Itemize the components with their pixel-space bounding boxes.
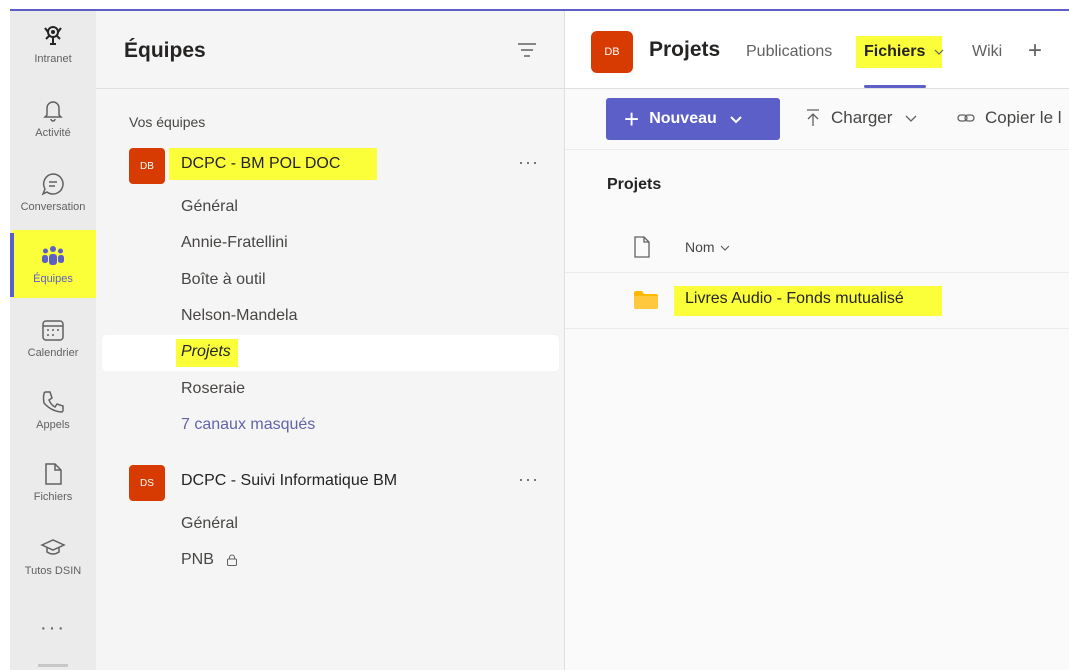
rail-bottom-item — [38, 664, 68, 667]
rail-label: Calendrier — [27, 347, 79, 359]
rail-item-intranet[interactable]: Intranet — [10, 23, 96, 83]
upload-icon — [807, 109, 819, 126]
file-row[interactable]: Livres Audio - Fonds mutualisé — [565, 273, 1069, 329]
team-row-dcpc-bm-pol-doc[interactable]: DB DCPC - BM POL DOC ··· — [96, 144, 565, 188]
app-rail: Intranet Activité Conversation Équipes C… — [10, 11, 96, 670]
channel-boite-a-outil[interactable]: Boîte à outil — [181, 271, 266, 289]
selected-channel-background — [102, 335, 559, 371]
team-name: DCPC - Suivi Informatique BM — [181, 472, 398, 489]
channel-roseraie[interactable]: Roseraie — [181, 380, 245, 398]
team-avatar: DS — [129, 465, 165, 501]
file-type-icon — [634, 236, 650, 258]
channel-pnb[interactable]: PNB — [181, 551, 238, 569]
rail-label: Tutos DSIN — [24, 565, 82, 577]
hidden-channels-link[interactable]: 7 canaux masqués — [181, 416, 315, 434]
file-icon — [45, 463, 62, 485]
rail-label: Activité — [35, 127, 71, 139]
add-tab-button[interactable]: + — [1028, 37, 1042, 65]
channel-general[interactable]: Général — [181, 198, 238, 216]
rail-label: Équipes — [33, 273, 73, 285]
bell-icon — [43, 101, 63, 122]
teams-header: Équipes — [96, 11, 565, 89]
rail-item-calendrier[interactable]: Calendrier — [10, 317, 96, 377]
chevron-down-icon — [721, 245, 730, 251]
team-name: DCPC - BM POL DOC — [181, 155, 341, 172]
tab-fichiers[interactable]: Fichiers — [864, 43, 944, 61]
new-button[interactable]: + Nouveau — [606, 98, 780, 140]
rail-label: Appels — [36, 419, 70, 431]
teams-icon — [42, 246, 64, 265]
breadcrumb: Projets — [607, 176, 662, 193]
team-more-button[interactable]: ··· — [518, 152, 539, 173]
upload-button[interactable]: Charger — [805, 108, 918, 128]
channel-header: DB Projets Publications Fichiers Wiki + — [565, 11, 1069, 89]
channel-title: Projets — [649, 38, 721, 61]
plus-icon: + — [624, 104, 640, 134]
tab-label: Fichiers — [864, 43, 926, 60]
rail-item-fichiers[interactable]: Fichiers — [10, 461, 96, 521]
team-row-dcpc-suivi-informatique[interactable]: DS DCPC - Suivi Informatique BM ··· — [96, 461, 565, 505]
main-content: DB Projets Publications Fichiers Wiki + … — [565, 11, 1069, 670]
chat-icon — [41, 173, 64, 196]
tab-wiki[interactable]: Wiki — [972, 43, 1002, 61]
channel-general-2[interactable]: Général — [181, 515, 238, 533]
teams-panel: Équipes Vos équipes DB DCPC - BM POL DOC… — [96, 11, 565, 670]
files-toolbar: + Nouveau Charger Copier le l — [565, 90, 1069, 150]
chevron-down-icon — [905, 115, 917, 122]
rail-item-conversation[interactable]: Conversation — [10, 171, 96, 231]
graduation-cap-icon — [40, 539, 66, 555]
intranet-icon — [44, 26, 62, 45]
more-apps-button[interactable]: ··· — [10, 617, 96, 640]
rail-item-tutos-dsin[interactable]: Tutos DSIN — [10, 535, 96, 595]
rail-item-equipes[interactable]: Équipes — [10, 243, 96, 303]
channel-nelson-mandela[interactable]: Nelson-Mandela — [181, 307, 298, 325]
filter-icon[interactable] — [516, 41, 538, 59]
rail-item-appels[interactable]: Appels — [10, 389, 96, 449]
lock-icon — [227, 554, 238, 566]
channel-annie-fratellini[interactable]: Annie-Fratellini — [181, 234, 288, 252]
calendar-icon — [42, 320, 64, 341]
rail-label: Fichiers — [33, 491, 73, 503]
new-button-label: Nouveau — [649, 110, 717, 127]
chevron-down-icon — [934, 49, 944, 55]
tab-publications[interactable]: Publications — [746, 43, 832, 61]
chevron-down-icon — [730, 116, 742, 124]
column-label: Nom — [685, 239, 715, 255]
phone-icon — [42, 391, 64, 413]
section-label: Vos équipes — [129, 114, 206, 130]
team-avatar: DB — [129, 148, 165, 184]
file-list-header: Nom — [565, 223, 1069, 273]
rail-label: Intranet — [34, 53, 72, 65]
copy-link-button[interactable]: Copier le l — [957, 108, 1062, 128]
copy-link-label: Copier le l — [985, 108, 1062, 127]
channel-projets[interactable]: Projets — [181, 343, 231, 361]
link-icon — [957, 114, 975, 122]
rail-label: Conversation — [20, 201, 86, 213]
active-tab-indicator — [864, 85, 926, 88]
file-name[interactable]: Livres Audio - Fonds mutualisé — [685, 290, 904, 308]
upload-label: Charger — [831, 108, 893, 127]
folder-icon — [634, 291, 658, 309]
channel-label: PNB — [181, 551, 214, 568]
team-more-button[interactable]: ··· — [518, 469, 539, 490]
page-title: Équipes — [124, 39, 206, 62]
channel-avatar: DB — [591, 31, 633, 73]
column-header-name[interactable]: Nom — [685, 239, 730, 255]
rail-item-activite[interactable]: Activité — [10, 97, 96, 157]
